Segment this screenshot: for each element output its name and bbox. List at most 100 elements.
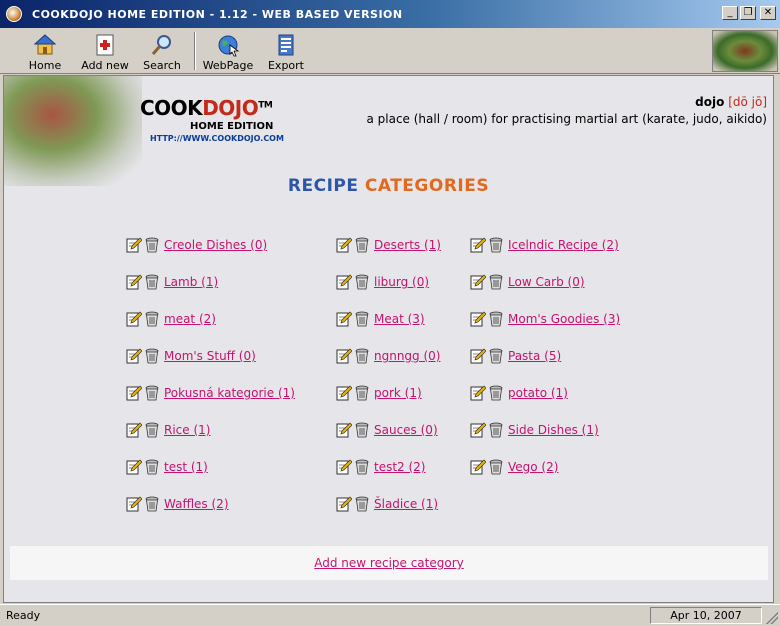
edit-icon[interactable] xyxy=(126,311,143,327)
delete-icon[interactable] xyxy=(489,348,503,364)
edit-icon[interactable] xyxy=(336,348,353,364)
delete-icon[interactable] xyxy=(355,311,369,327)
category-link[interactable]: Pasta (5) xyxy=(508,349,561,363)
delete-icon[interactable] xyxy=(355,348,369,364)
globe-icon xyxy=(218,35,240,57)
delete-icon[interactable] xyxy=(355,422,369,438)
edit-icon[interactable] xyxy=(336,422,353,438)
delete-icon[interactable] xyxy=(145,459,159,475)
edit-icon[interactable] xyxy=(470,422,487,438)
edit-icon[interactable] xyxy=(126,348,143,364)
delete-icon[interactable] xyxy=(145,274,159,290)
delete-icon[interactable] xyxy=(489,311,503,327)
add-new-label: Add new xyxy=(81,59,129,72)
category-item: Rice (1) xyxy=(126,421,210,439)
delete-icon[interactable] xyxy=(355,237,369,253)
toolbar: Home Add new Search WebPage Export xyxy=(0,28,780,74)
add-new-button[interactable]: Add new xyxy=(80,30,130,72)
search-icon xyxy=(151,35,171,55)
delete-icon[interactable] xyxy=(145,385,159,401)
category-link[interactable]: Meat (3) xyxy=(374,312,425,326)
edit-icon[interactable] xyxy=(470,237,487,253)
category-link[interactable]: test (1) xyxy=(164,460,208,474)
edit-icon[interactable] xyxy=(336,237,353,253)
category-link[interactable]: Lamb (1) xyxy=(164,275,218,289)
category-link[interactable]: potato (1) xyxy=(508,386,568,400)
restore-button[interactable]: ❐ xyxy=(740,6,756,20)
category-item: Šladice (1) xyxy=(336,495,438,513)
category-item: Sauces (0) xyxy=(336,421,438,439)
category-link[interactable]: Pokusná kategorie (1) xyxy=(164,386,295,400)
status-date: Apr 10, 2007 xyxy=(650,607,762,624)
category-link[interactable]: ngnngg (0) xyxy=(374,349,440,363)
edit-icon[interactable] xyxy=(126,237,143,253)
category-link[interactable]: Rice (1) xyxy=(164,423,210,437)
app-icon[interactable] xyxy=(6,6,22,22)
delete-icon[interactable] xyxy=(489,274,503,290)
close-button[interactable]: ✕ xyxy=(760,6,776,20)
edit-icon[interactable] xyxy=(470,311,487,327)
delete-icon[interactable] xyxy=(145,237,159,253)
delete-icon[interactable] xyxy=(489,237,503,253)
search-button[interactable]: Search xyxy=(142,30,182,72)
edit-icon[interactable] xyxy=(126,459,143,475)
dojo-definition: dojo [dō jō] a place (hall / room) for p… xyxy=(366,94,767,128)
edit-icon[interactable] xyxy=(470,385,487,401)
category-link[interactable]: test2 (2) xyxy=(374,460,426,474)
category-item: potato (1) xyxy=(470,384,568,402)
category-link[interactable]: Šladice (1) xyxy=(374,497,438,511)
category-link[interactable]: Deserts (1) xyxy=(374,238,441,252)
category-link[interactable]: meat (2) xyxy=(164,312,216,326)
delete-icon[interactable] xyxy=(355,496,369,512)
edit-icon[interactable] xyxy=(126,496,143,512)
delete-icon[interactable] xyxy=(489,385,503,401)
delete-icon[interactable] xyxy=(145,348,159,364)
delete-icon[interactable] xyxy=(355,459,369,475)
category-link[interactable]: Vego (2) xyxy=(508,460,558,474)
status-bar: Ready Apr 10, 2007 xyxy=(0,604,780,626)
delete-icon[interactable] xyxy=(145,422,159,438)
category-link[interactable]: Creole Dishes (0) xyxy=(164,238,267,252)
webpage-button[interactable]: WebPage xyxy=(202,30,254,72)
section-title: RECIPE CATEGORIES xyxy=(287,176,490,196)
category-link[interactable]: Mom's Stuff (0) xyxy=(164,349,256,363)
category-item: Side Dishes (1) xyxy=(470,421,599,439)
edit-icon[interactable] xyxy=(470,274,487,290)
category-link[interactable]: Waffles (2) xyxy=(164,497,229,511)
delete-icon[interactable] xyxy=(145,496,159,512)
webpage-label: WebPage xyxy=(202,59,254,72)
edit-icon[interactable] xyxy=(470,459,487,475)
home-button[interactable]: Home xyxy=(26,30,64,72)
edit-icon[interactable] xyxy=(470,348,487,364)
add-category-link[interactable]: Add new recipe category xyxy=(314,556,464,570)
edit-icon[interactable] xyxy=(336,385,353,401)
delete-icon[interactable] xyxy=(145,311,159,327)
edit-icon[interactable] xyxy=(336,274,353,290)
edit-icon[interactable] xyxy=(336,311,353,327)
edit-icon[interactable] xyxy=(126,385,143,401)
category-link[interactable]: pork (1) xyxy=(374,386,422,400)
category-item: test (1) xyxy=(126,458,208,476)
delete-icon[interactable] xyxy=(355,274,369,290)
delete-icon[interactable] xyxy=(355,385,369,401)
category-link[interactable]: Side Dishes (1) xyxy=(508,423,599,437)
definition-pronunciation: [dō jō] xyxy=(728,95,767,109)
category-link[interactable]: Mom's Goodies (3) xyxy=(508,312,620,326)
category-link[interactable]: Low Carb (0) xyxy=(508,275,585,289)
edit-icon[interactable] xyxy=(336,459,353,475)
category-item: Creole Dishes (0) xyxy=(126,236,267,254)
category-link[interactable]: Sauces (0) xyxy=(374,423,438,437)
export-button[interactable]: Export xyxy=(266,30,306,72)
edit-icon[interactable] xyxy=(126,274,143,290)
toolbar-separator xyxy=(194,32,196,70)
resize-grip[interactable] xyxy=(766,612,778,624)
minimize-button[interactable]: _ xyxy=(722,6,738,20)
export-document-icon xyxy=(278,34,294,56)
edit-icon[interactable] xyxy=(336,496,353,512)
delete-icon[interactable] xyxy=(489,459,503,475)
edit-icon[interactable] xyxy=(126,422,143,438)
category-link[interactable]: Icelndic Recipe (2) xyxy=(508,238,619,252)
delete-icon[interactable] xyxy=(489,422,503,438)
category-link[interactable]: liburg (0) xyxy=(374,275,429,289)
header-dish-image xyxy=(4,76,142,186)
